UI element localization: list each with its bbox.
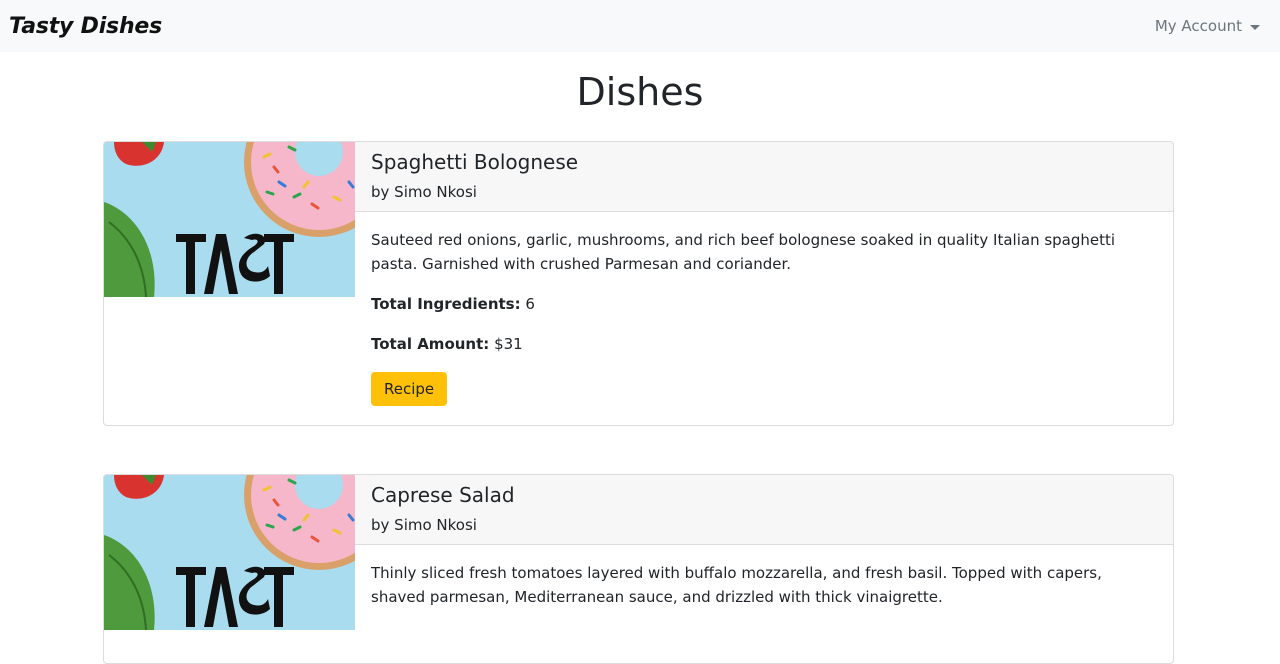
total-amount: Total Amount: $31 bbox=[371, 332, 1157, 356]
brand-logo[interactable]: Tasty Dishes bbox=[9, 14, 162, 39]
chevron-down-icon bbox=[1250, 24, 1260, 30]
total-amount-value: $31 bbox=[494, 335, 523, 353]
total-amount-label: Total Amount: bbox=[371, 335, 490, 353]
dish-card-header: Spaghetti Bolognese by Simo Nkosi bbox=[355, 142, 1173, 212]
navbar: Tasty Dishes My Account bbox=[0, 0, 1280, 52]
dish-description: Thinly sliced fresh tomatoes layered wit… bbox=[371, 564, 1102, 606]
dish-author: by Simo Nkosi bbox=[371, 516, 477, 534]
dish-card: Spaghetti Bolognese by Simo Nkosi Sautee… bbox=[103, 141, 1174, 426]
total-ingredients-value: 6 bbox=[525, 295, 535, 313]
recipe-button[interactable]: Recipe bbox=[371, 372, 448, 406]
dish-card: Caprese Salad by Simo Nkosi Thinly slice… bbox=[103, 474, 1174, 664]
total-ingredients-label: Total Ingredients: bbox=[371, 295, 521, 313]
dish-card-header: Caprese Salad by Simo Nkosi bbox=[355, 475, 1173, 545]
my-account-label: My Account bbox=[1154, 17, 1242, 35]
page-title: Dishes bbox=[576, 70, 704, 114]
total-ingredients: Total Ingredients: 6 bbox=[371, 292, 1157, 316]
my-account-dropdown[interactable]: My Account bbox=[1155, 17, 1260, 35]
dish-image bbox=[104, 142, 355, 297]
dish-description: Sauteed red onions, garlic, mushrooms, a… bbox=[371, 231, 1116, 273]
dish-title: Spaghetti Bolognese bbox=[371, 150, 579, 174]
dish-title: Caprese Salad bbox=[371, 483, 515, 507]
dish-author: by Simo Nkosi bbox=[371, 183, 477, 201]
dish-image bbox=[104, 475, 355, 630]
